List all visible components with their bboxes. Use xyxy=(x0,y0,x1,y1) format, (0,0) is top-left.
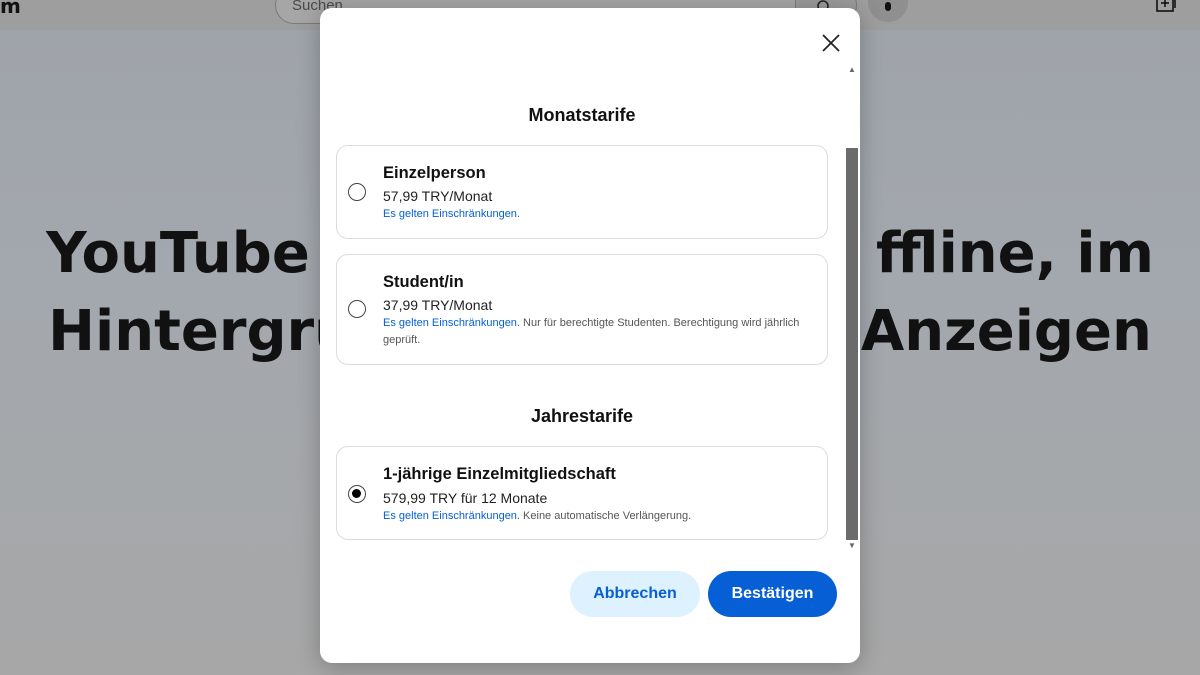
restrictions-link[interactable]: Es gelten Einschränkungen. xyxy=(383,317,520,329)
confirm-button[interactable]: Bestätigen xyxy=(708,571,837,617)
plan-price: 57,99 TRY/Monat xyxy=(383,188,493,204)
logo[interactable]: m xyxy=(0,0,21,18)
plan-card-individual[interactable]: Einzelperson 57,99 TRY/Monat Es gelten E… xyxy=(336,145,828,239)
yearly-plans-heading: Jahrestarife xyxy=(530,406,634,426)
plan-name: Student/in xyxy=(383,273,464,291)
plan-name: Einzelperson xyxy=(383,164,486,182)
plan-radio-student[interactable] xyxy=(348,300,366,318)
scrollbar-thumb[interactable] xyxy=(846,148,858,540)
voice-search-button[interactable] xyxy=(868,0,908,22)
plan-note: Es gelten Einschränkungen. xyxy=(383,206,803,223)
restrictions-link[interactable]: Es gelten Einschränkungen. xyxy=(383,208,520,220)
plan-note: Es gelten Einschränkungen. Keine automat… xyxy=(383,508,803,525)
scroll-down-arrow-icon[interactable]: ▼ xyxy=(847,541,857,551)
plan-name: 1-jährige Einzelmitgliedschaft xyxy=(383,465,616,483)
plan-card-yearly-individual[interactable]: 1-jährige Einzelmitgliedschaft 579,99 TR… xyxy=(336,446,828,540)
close-icon xyxy=(822,34,840,52)
scroll-up-arrow-icon[interactable]: ▲ xyxy=(847,65,857,75)
monthly-plans-heading: Monatstarife xyxy=(528,105,636,125)
plan-radio-individual[interactable] xyxy=(348,183,366,201)
restrictions-link[interactable]: Es gelten Einschränkungen. xyxy=(383,510,520,522)
plan-price: 37,99 TRY/Monat xyxy=(383,297,493,313)
cancel-button[interactable]: Abbrechen xyxy=(570,571,700,617)
close-button[interactable] xyxy=(814,26,848,60)
plan-radio-yearly-individual[interactable] xyxy=(348,485,366,503)
plan-note: Es gelten Einschränkungen. Nur für berec… xyxy=(383,315,803,349)
plan-note-text: Keine automatische Verlängerung. xyxy=(519,510,692,522)
mic-icon xyxy=(885,2,891,11)
plan-price: 579,99 TRY für 12 Monate xyxy=(383,490,548,506)
plan-card-student[interactable]: Student/in 37,99 TRY/Monat Es gelten Ein… xyxy=(336,254,828,365)
plan-selection-dialog: ▲ ▼ Monatstarife Einzelperson 57,99 TRY/… xyxy=(320,8,860,663)
create-icon[interactable] xyxy=(1156,0,1178,12)
